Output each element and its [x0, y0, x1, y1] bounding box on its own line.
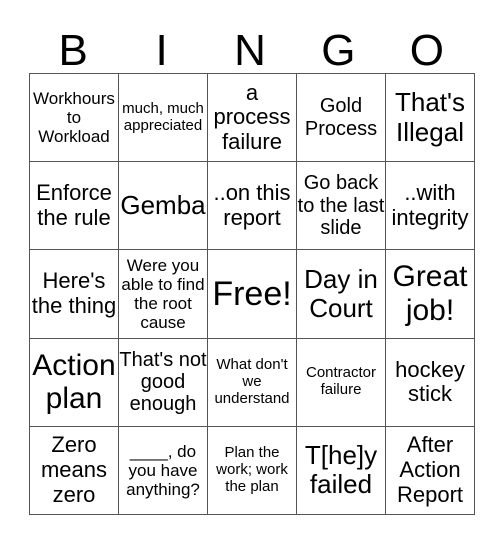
header-letter-b: B: [58, 26, 88, 75]
bingo-cell[interactable]: Day in Court: [296, 249, 386, 339]
bingo-row: Workhours to Workload much, much appreci…: [29, 72, 475, 163]
bingo-cell[interactable]: Go back to the last slide: [296, 161, 386, 251]
bingo-cell[interactable]: Gold Process: [296, 72, 386, 163]
header-letter-n: N: [234, 26, 266, 75]
bingo-cell[interactable]: hockey stick: [385, 337, 475, 427]
bingo-row: Enforce the rule Gemba ..on this report …: [29, 161, 475, 251]
bingo-cell[interactable]: much, much appreciated: [118, 72, 208, 163]
bingo-cell[interactable]: T[he]y failed: [296, 425, 386, 516]
bingo-cell[interactable]: Zero means zero: [29, 425, 119, 516]
bingo-cell[interactable]: What don't we understand: [207, 337, 297, 427]
bingo-cell[interactable]: ____, do you have anything?: [118, 425, 208, 516]
bingo-row: Action plan That's not good enough What …: [29, 337, 475, 427]
bingo-cell[interactable]: Action plan: [29, 337, 119, 427]
bingo-card: Workhours to Workload much, much appreci…: [29, 72, 475, 516]
header-letter-o: O: [409, 26, 444, 75]
bingo-cell[interactable]: ..on this report: [207, 161, 297, 251]
bingo-cell[interactable]: That's Illegal: [385, 72, 475, 163]
bingo-header: B I N G O: [29, 28, 471, 73]
bingo-cell[interactable]: Great job!: [385, 249, 475, 339]
free-space-cell[interactable]: Free!: [207, 249, 297, 339]
bingo-cell[interactable]: ..with integrity: [385, 161, 475, 251]
header-letter-i: I: [155, 26, 168, 75]
bingo-cell[interactable]: Workhours to Workload: [29, 72, 119, 163]
bingo-cell[interactable]: Plan the work; work the plan: [207, 425, 297, 516]
bingo-cell[interactable]: That's not good enough: [118, 337, 208, 427]
bingo-cell[interactable]: a process failure: [207, 72, 297, 163]
bingo-cell[interactable]: Gemba: [118, 161, 208, 251]
bingo-cell[interactable]: Were you able to find the root cause: [118, 249, 208, 339]
bingo-row: Zero means zero ____, do you have anythi…: [29, 425, 475, 516]
bingo-cell[interactable]: Enforce the rule: [29, 161, 119, 251]
bingo-cell[interactable]: After Action Report: [385, 425, 475, 516]
bingo-cell[interactable]: Here's the thing: [29, 249, 119, 339]
bingo-cell[interactable]: Contractor failure: [296, 337, 386, 427]
header-letter-g: G: [321, 26, 356, 75]
bingo-row: Here's the thing Were you able to find t…: [29, 249, 475, 339]
